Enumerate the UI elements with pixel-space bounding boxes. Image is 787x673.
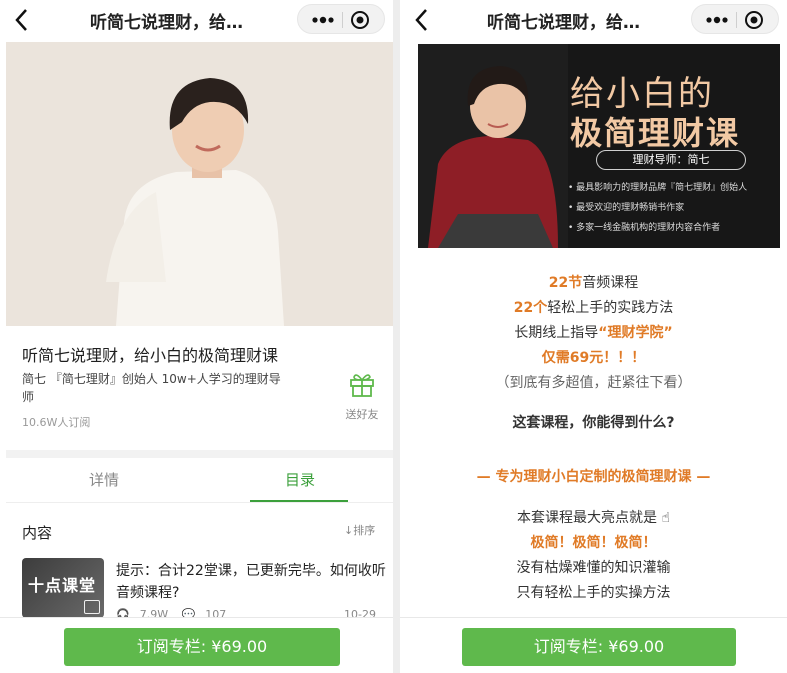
promo-price: 仅需69元！！！ (541, 350, 646, 366)
capsule-separator (736, 12, 737, 28)
tab-bar-border (6, 502, 393, 503)
active-tab-indicator (250, 500, 348, 502)
banner-bullet: • 多家一线金融机构的理财内容合作者 (568, 223, 721, 233)
banner-bullet: • 最具影响力的理财品牌『简七理财』创始人 (568, 183, 748, 193)
send-friend-button[interactable]: 送好友 (340, 370, 384, 422)
banner-portrait (418, 44, 568, 248)
gift-icon (350, 374, 374, 397)
thumbnail-logo-text: 十点课堂 (28, 576, 97, 595)
promo-note: （到底有多超值，赶紧往下看） (495, 375, 692, 391)
nav-bar: 听简七说理财，给… (400, 0, 787, 40)
promo-line-methods: 22个轻松上手的实践方法 (400, 297, 787, 317)
section-divider (6, 450, 393, 458)
highlight-intro-line: 本套课程最大亮点就是 ☝ (400, 507, 787, 527)
send-friend-label: 送好友 (345, 408, 379, 421)
back-arrow-icon[interactable] (410, 6, 434, 34)
capsule-separator (342, 12, 343, 28)
content-heading: 内容 (22, 524, 53, 542)
mini-program-capsule (691, 4, 779, 34)
mini-program-capsule (297, 4, 385, 34)
promo-line-guidance: 长期线上指导“理财学院” (400, 322, 787, 342)
close-target-icon[interactable] (350, 10, 370, 30)
lesson-thumbnail: 十点课堂 (22, 558, 104, 618)
course-banner: 给小白的 极简理财课 理财导师：简七 • 最具影响力的理财品牌『简七理财』创始人… (418, 44, 780, 248)
nav-bar: 听简七说理财，给… (0, 0, 393, 40)
left-screen: 听简七说理财，给… 听简七说理财，给小白的极简理财课 简七 『简七理财』创始人 … (0, 0, 393, 673)
banner-headline-2: 极简理财课 (570, 114, 741, 152)
more-dots-icon[interactable] (702, 11, 732, 29)
image-icon (84, 600, 100, 614)
lessons-count: 22节 (548, 275, 583, 291)
course-description: 简七 『简七理财』创始人 10w+人学习的理财导师 (22, 372, 281, 404)
close-target-icon[interactable] (744, 10, 764, 30)
tab-catalog[interactable]: 目录 (202, 462, 393, 502)
benefit-question: 这套课程，你能得到什么? (512, 415, 675, 431)
right-screen: 听简七说理财，给… 给小白的 极简理财课 理财导师：简七 • 最具影响力的理财品… (400, 0, 787, 673)
highlight-intro: 本套课程最大亮点就是 (517, 510, 657, 526)
subscribe-button[interactable]: 订阅专栏: ¥69.00 (64, 628, 340, 666)
hand-icon: ☝ (657, 510, 670, 526)
screen-gap (393, 0, 400, 673)
back-arrow-icon[interactable] (10, 6, 34, 34)
no-theory-line: 没有枯燥难懂的知识灌输 (516, 560, 671, 576)
lessons-label: 音频课程 (582, 275, 639, 291)
nav-title: 听简七说理财，给… (487, 13, 640, 33)
sort-button[interactable]: ↓排序 (344, 522, 375, 538)
course-title: 听简七说理财，给小白的极简理财课 (22, 346, 279, 365)
methods-label: 轻松上手的实践方法 (547, 300, 674, 316)
list-item[interactable]: 十点课堂 提示：合计22堂课，已更新完毕。如何收听音频课程? 🎧 7.9W 💬 10… (22, 558, 393, 621)
banner-bullet: • 最受欢迎的理财畅销书作家 (568, 203, 685, 213)
promo-line-lessons: 22节音频课程 (400, 272, 787, 292)
hero-portrait-image (6, 42, 393, 326)
lesson-title: 提示：合计22堂课，已更新完毕。如何收听音频课程? (116, 563, 386, 601)
bottom-bar: 订阅专栏: ¥69.00 (0, 617, 393, 673)
tab-detail[interactable]: 详情 (6, 462, 202, 502)
banner-mentor-tag: 理财导师：简七 (596, 150, 746, 170)
methods-count: 22个 (513, 300, 548, 316)
section-heading: — 专为理财小白定制的极简理财课 — (476, 469, 711, 485)
nav-title: 听简七说理财，给… (90, 13, 243, 33)
guidance-academy: “理财学院” (598, 325, 673, 341)
bottom-bar: 订阅专栏: ¥69.00 (400, 617, 787, 673)
subscribe-button[interactable]: 订阅专栏: ¥69.00 (462, 628, 736, 666)
highlight-text: 极简！极简！极简！ (530, 535, 657, 551)
guidance-label: 长期线上指导 (514, 325, 599, 341)
practice-line: 只有轻松上手的实操方法 (516, 585, 671, 601)
subscriber-count: 10.6W人订阅 (22, 416, 91, 429)
more-dots-icon[interactable] (308, 11, 338, 29)
